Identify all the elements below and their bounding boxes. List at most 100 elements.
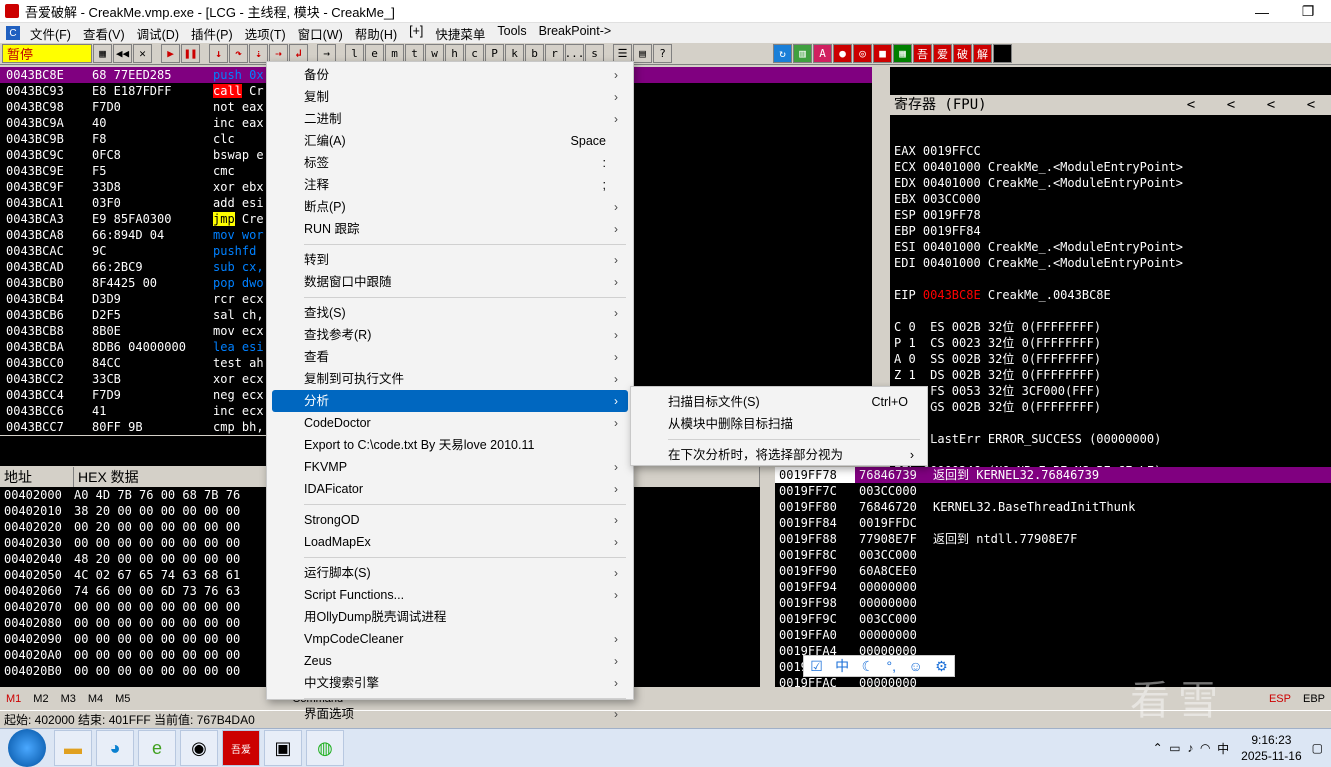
stack-row[interactable]: 0019FF84 0019FFDC — [775, 515, 1331, 531]
jie-icon[interactable]: 解 — [973, 44, 992, 63]
moon-icon[interactable]: ☾ — [862, 658, 875, 675]
register-line[interactable]: D 0 — [890, 415, 1331, 431]
context-menu-item[interactable]: 备份 › — [272, 64, 628, 86]
wu-icon[interactable]: 吾 — [913, 44, 932, 63]
register-line[interactable]: A 0 SS 002B 32位 0(FFFFFFFF) — [890, 351, 1331, 367]
stack-row[interactable]: 0019FF78 76846739 返回到 KERNEL32.76846739 — [775, 467, 1331, 483]
clock[interactable]: 9:16:23 2025-11-16 — [1241, 732, 1302, 764]
cpu-icon[interactable]: C — [6, 26, 20, 40]
context-menu-item[interactable]: 界面选项 › — [272, 703, 628, 725]
register-line[interactable]: T 0 GS 002B 32位 0(FFFFFFFF) — [890, 399, 1331, 415]
context-menu-item[interactable]: 查看 › — [272, 346, 628, 368]
52pojie-icon[interactable]: 吾爱 — [222, 730, 260, 766]
menu-item[interactable]: 文件(F) — [24, 24, 77, 43]
register-line[interactable]: O 0 LastErr ERROR_SUCCESS (00000000) — [890, 431, 1331, 447]
close-icon[interactable]: ✕ — [133, 44, 152, 63]
context-menu-item[interactable]: 查找(S) › — [272, 302, 628, 324]
po-icon[interactable]: 破 — [953, 44, 972, 63]
stack-row[interactable]: 0019FF7C 003CC000 — [775, 483, 1331, 499]
volume-icon[interactable]: ♪ — [1187, 741, 1193, 755]
context-menu-item[interactable]: Export to C:\code.txt By 天易love 2010.11 — [272, 434, 628, 456]
register-line[interactable]: S 0 FS 0053 32位 3CF000(FFF) — [890, 383, 1331, 399]
chevron-up-icon[interactable]: ⌃ — [1153, 741, 1163, 755]
memory-tab-M1[interactable]: M1 — [0, 693, 27, 705]
grid-icon[interactable]: ▤ — [633, 44, 652, 63]
register-nav-arrow[interactable]: < — [1251, 95, 1291, 115]
step-into-icon[interactable]: ↓ — [209, 44, 228, 63]
ebp-button[interactable]: EBP — [1297, 693, 1331, 705]
context-menu-item[interactable]: FKVMP › — [272, 456, 628, 478]
memory-tab-M5[interactable]: M5 — [109, 693, 136, 705]
submenu-item[interactable]: 在下次分析时，将选择部分视为 › — [636, 444, 922, 466]
ime-indicator[interactable]: 中 — [1217, 740, 1229, 757]
wechat-icon[interactable]: ◍ — [306, 730, 344, 766]
context-menu-item[interactable]: Script Functions... › — [272, 584, 628, 606]
menu-item[interactable]: 帮助(H) — [349, 24, 403, 43]
register-line[interactable]: EBP 0019FF84 — [890, 223, 1331, 239]
black-icon[interactable] — [993, 44, 1012, 63]
context-menu-item[interactable]: 运行脚本(S) › — [272, 562, 628, 584]
register-line[interactable]: C 0 ES 002B 32位 0(FFFFFFFF) — [890, 319, 1331, 335]
register-line[interactable] — [890, 271, 1331, 287]
submenu-item[interactable]: 扫描目标文件(S) Ctrl+O — [636, 391, 922, 413]
register-line[interactable]: EDI 00401000 CreakMe_.<ModuleEntryPoint> — [890, 255, 1331, 271]
dump-addr-header[interactable]: 地址 — [0, 467, 74, 487]
menu-item[interactable]: 选项(T) — [239, 24, 292, 43]
context-menu-item[interactable]: 查找参考(R) › — [272, 324, 628, 346]
menu-item[interactable]: 插件(P) — [185, 24, 239, 43]
context-menu-item[interactable]: 汇编(A) Space — [272, 130, 628, 152]
user-icon[interactable]: ☺ — [908, 658, 922, 674]
step-over-icon[interactable]: ↷ — [229, 44, 248, 63]
stack-row[interactable]: 0019FF80 76846720 KERNEL32.BaseThreadInitT… — [775, 499, 1331, 515]
context-menu-item[interactable]: CodeDoctor › — [272, 412, 628, 434]
stack-row[interactable]: 0019FF8C 003CC000 — [775, 547, 1331, 563]
refresh-icon[interactable]: ↻ — [773, 44, 792, 63]
context-menu-item[interactable]: 二进制 › — [272, 108, 628, 130]
register-line[interactable]: EDX 00401000 CreakMe_.<ModuleEntryPoint> — [890, 175, 1331, 191]
menu-item[interactable]: 查看(V) — [77, 24, 131, 43]
register-line[interactable]: ESP 0019FF78 — [890, 207, 1331, 223]
gear-icon[interactable]: ⚙ — [935, 658, 948, 675]
stack-row[interactable]: 0019FF90 60A8CEE0 — [775, 563, 1331, 579]
submenu-item[interactable]: 从模块中删除目标扫描 — [636, 413, 922, 435]
register-line[interactable]: EBX 003CC000 — [890, 191, 1331, 207]
register-line[interactable]: EAX 0019FFCC — [890, 143, 1331, 159]
open-icon[interactable]: ▦ — [93, 44, 112, 63]
register-line[interactable]: Z 1 DS 002B 32位 0(FFFFFFFF) — [890, 367, 1331, 383]
context-menu-item[interactable]: IDAFicator › — [272, 478, 628, 500]
menu-item[interactable]: 窗口(W) — [292, 24, 349, 43]
menu-item[interactable]: BreakPoint-> — [533, 24, 618, 43]
context-menu-item[interactable]: 断点(P) › — [272, 196, 628, 218]
file-explorer-icon[interactable]: ▬ — [54, 730, 92, 766]
context-menu-item[interactable]: LoadMapEx › — [272, 531, 628, 553]
context-menu-item[interactable]: 数据窗口中跟随 › — [272, 271, 628, 293]
rewind-icon[interactable]: ◀◀ — [113, 44, 132, 63]
run-icon[interactable]: ▶ — [161, 44, 180, 63]
stack-row[interactable]: 0019FF94 00000000 — [775, 579, 1331, 595]
context-menu-item[interactable]: 复制到可执行文件 › — [272, 368, 628, 390]
edit-icon[interactable]: ☑ — [810, 658, 823, 675]
start-button[interactable] — [8, 729, 46, 767]
menu-item[interactable]: 快捷菜单 — [429, 24, 491, 43]
context-menu-item[interactable]: 用OllyDump脱壳调试进程 — [272, 606, 628, 628]
context-menu-item[interactable]: 转到 › — [272, 249, 628, 271]
record-icon[interactable]: ● — [833, 44, 852, 63]
ai-icon[interactable]: 爱 — [933, 44, 952, 63]
ie-icon[interactable]: e — [138, 730, 176, 766]
table-icon[interactable]: ▦ — [893, 44, 912, 63]
context-menu-item[interactable]: 复制 › — [272, 86, 628, 108]
context-menu-item[interactable]: StrongOD › — [272, 509, 628, 531]
punctuation-icon[interactable]: °, — [887, 658, 897, 674]
context-menu-item[interactable]: 标签: — [272, 152, 628, 174]
memory-tab-M3[interactable]: M3 — [55, 693, 82, 705]
register-nav-arrow[interactable]: < — [1171, 95, 1211, 115]
edge-icon[interactable]: ◕ — [96, 730, 134, 766]
register-nav-arrow[interactable]: < — [1291, 95, 1331, 115]
notification-icon[interactable]: ▢ — [1312, 741, 1323, 755]
ollydbg-icon[interactable]: ▣ — [264, 730, 302, 766]
menu-item[interactable]: [+] — [403, 24, 429, 43]
menu-item[interactable]: Tools — [491, 24, 532, 43]
context-menu-item[interactable]: Zeus › — [272, 650, 628, 672]
esp-button[interactable]: ESP — [1263, 693, 1297, 705]
stack-row[interactable]: 0019FF98 00000000 — [775, 595, 1331, 611]
